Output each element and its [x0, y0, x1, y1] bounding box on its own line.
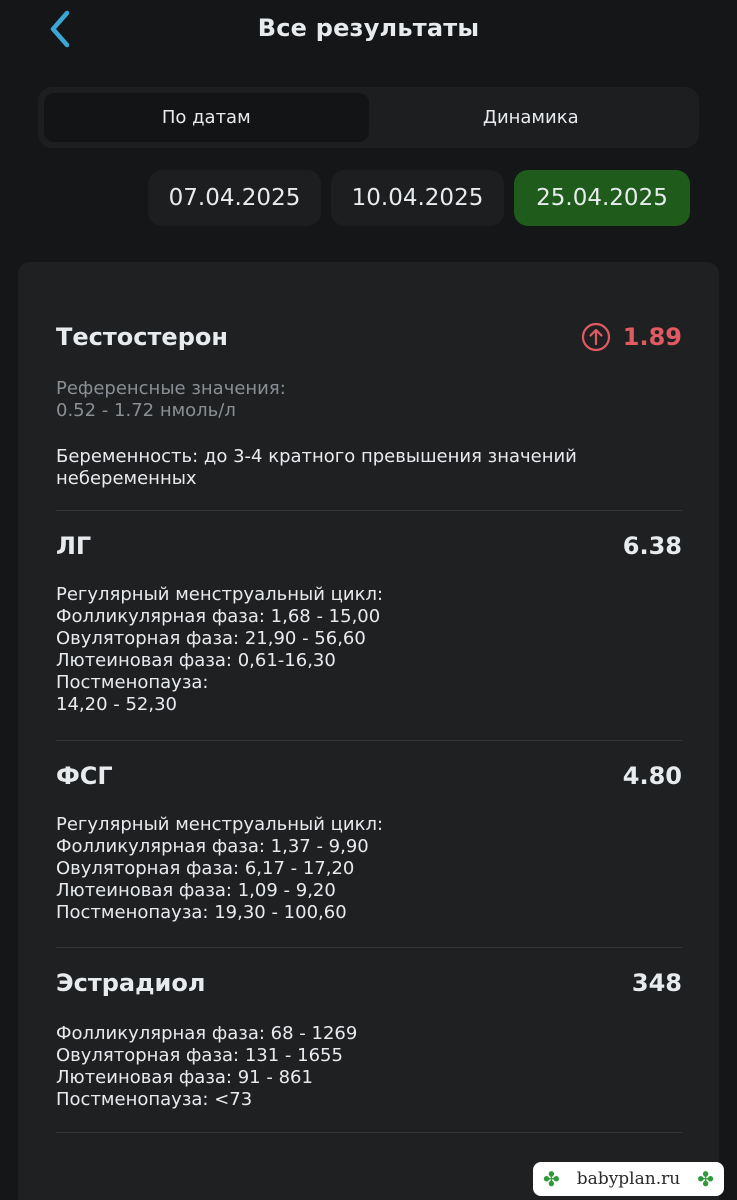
tab-by-dates[interactable]: По датам: [44, 93, 369, 142]
divider: [56, 740, 682, 741]
result-fsh: ФСГ 4.80 Регулярный менструальный цикл: …: [56, 762, 682, 924]
result-value: 348: [631, 969, 682, 997]
results-card: Тестостерон 1.89 Референсные значения: 0…: [18, 262, 719, 1200]
watermark-badge: ✤ babyplan.ru ✤: [533, 1162, 724, 1196]
date-chip[interactable]: 10.04.2025: [331, 170, 504, 226]
result-testosterone: Тестостерон 1.89 Референсные значения: 0…: [56, 322, 682, 490]
result-value-text: 1.89: [622, 323, 682, 351]
clover-icon: ✤: [543, 1167, 560, 1191]
result-name: ФСГ: [56, 762, 113, 790]
date-chip-selected[interactable]: 25.04.2025: [514, 170, 690, 226]
result-value: 6.38: [622, 532, 682, 560]
reference-values: Референсные значения: 0.52 - 1.72 нмоль/…: [56, 378, 286, 421]
reference-values: Регулярный менструальный цикл: Фолликуля…: [56, 584, 384, 715]
page-title: Все результаты: [257, 14, 480, 42]
result-estradiol: Эстрадиол 348 Фолликулярная фаза: 68 - 1…: [56, 969, 682, 1111]
watermark-text: babyplan.ru: [576, 1169, 681, 1189]
result-name: Эстрадиол: [56, 969, 206, 997]
view-mode-tabs: По датам Динамика: [38, 87, 699, 148]
result-value: 4.80: [622, 762, 682, 790]
tab-dynamics[interactable]: Динамика: [369, 93, 694, 142]
clover-icon: ✤: [697, 1167, 714, 1191]
date-selector: 07.04.2025 10.04.2025 25.04.2025: [148, 170, 690, 226]
reference-values: Регулярный менструальный цикл: Фолликуля…: [56, 814, 384, 923]
result-name: Тестостерон: [56, 323, 228, 351]
results-screen: Все результаты По датам Динамика 07.04.2…: [0, 0, 737, 1200]
divider: [56, 510, 682, 511]
reference-values: Фолликулярная фаза: 68 - 1269 Овуляторна…: [56, 1023, 358, 1110]
divider: [56, 947, 682, 948]
result-lh: ЛГ 6.38 Регулярный менструальный цикл: Ф…: [56, 532, 682, 716]
reference-note: Беременность: до 3-4 кратного превышения…: [56, 446, 577, 489]
divider: [56, 1132, 682, 1133]
result-name: ЛГ: [56, 532, 92, 560]
result-value: 1.89: [581, 322, 682, 352]
arrow-up-circle-icon: [581, 322, 610, 352]
header: Все результаты: [0, 0, 737, 60]
date-chip[interactable]: 07.04.2025: [148, 170, 321, 226]
